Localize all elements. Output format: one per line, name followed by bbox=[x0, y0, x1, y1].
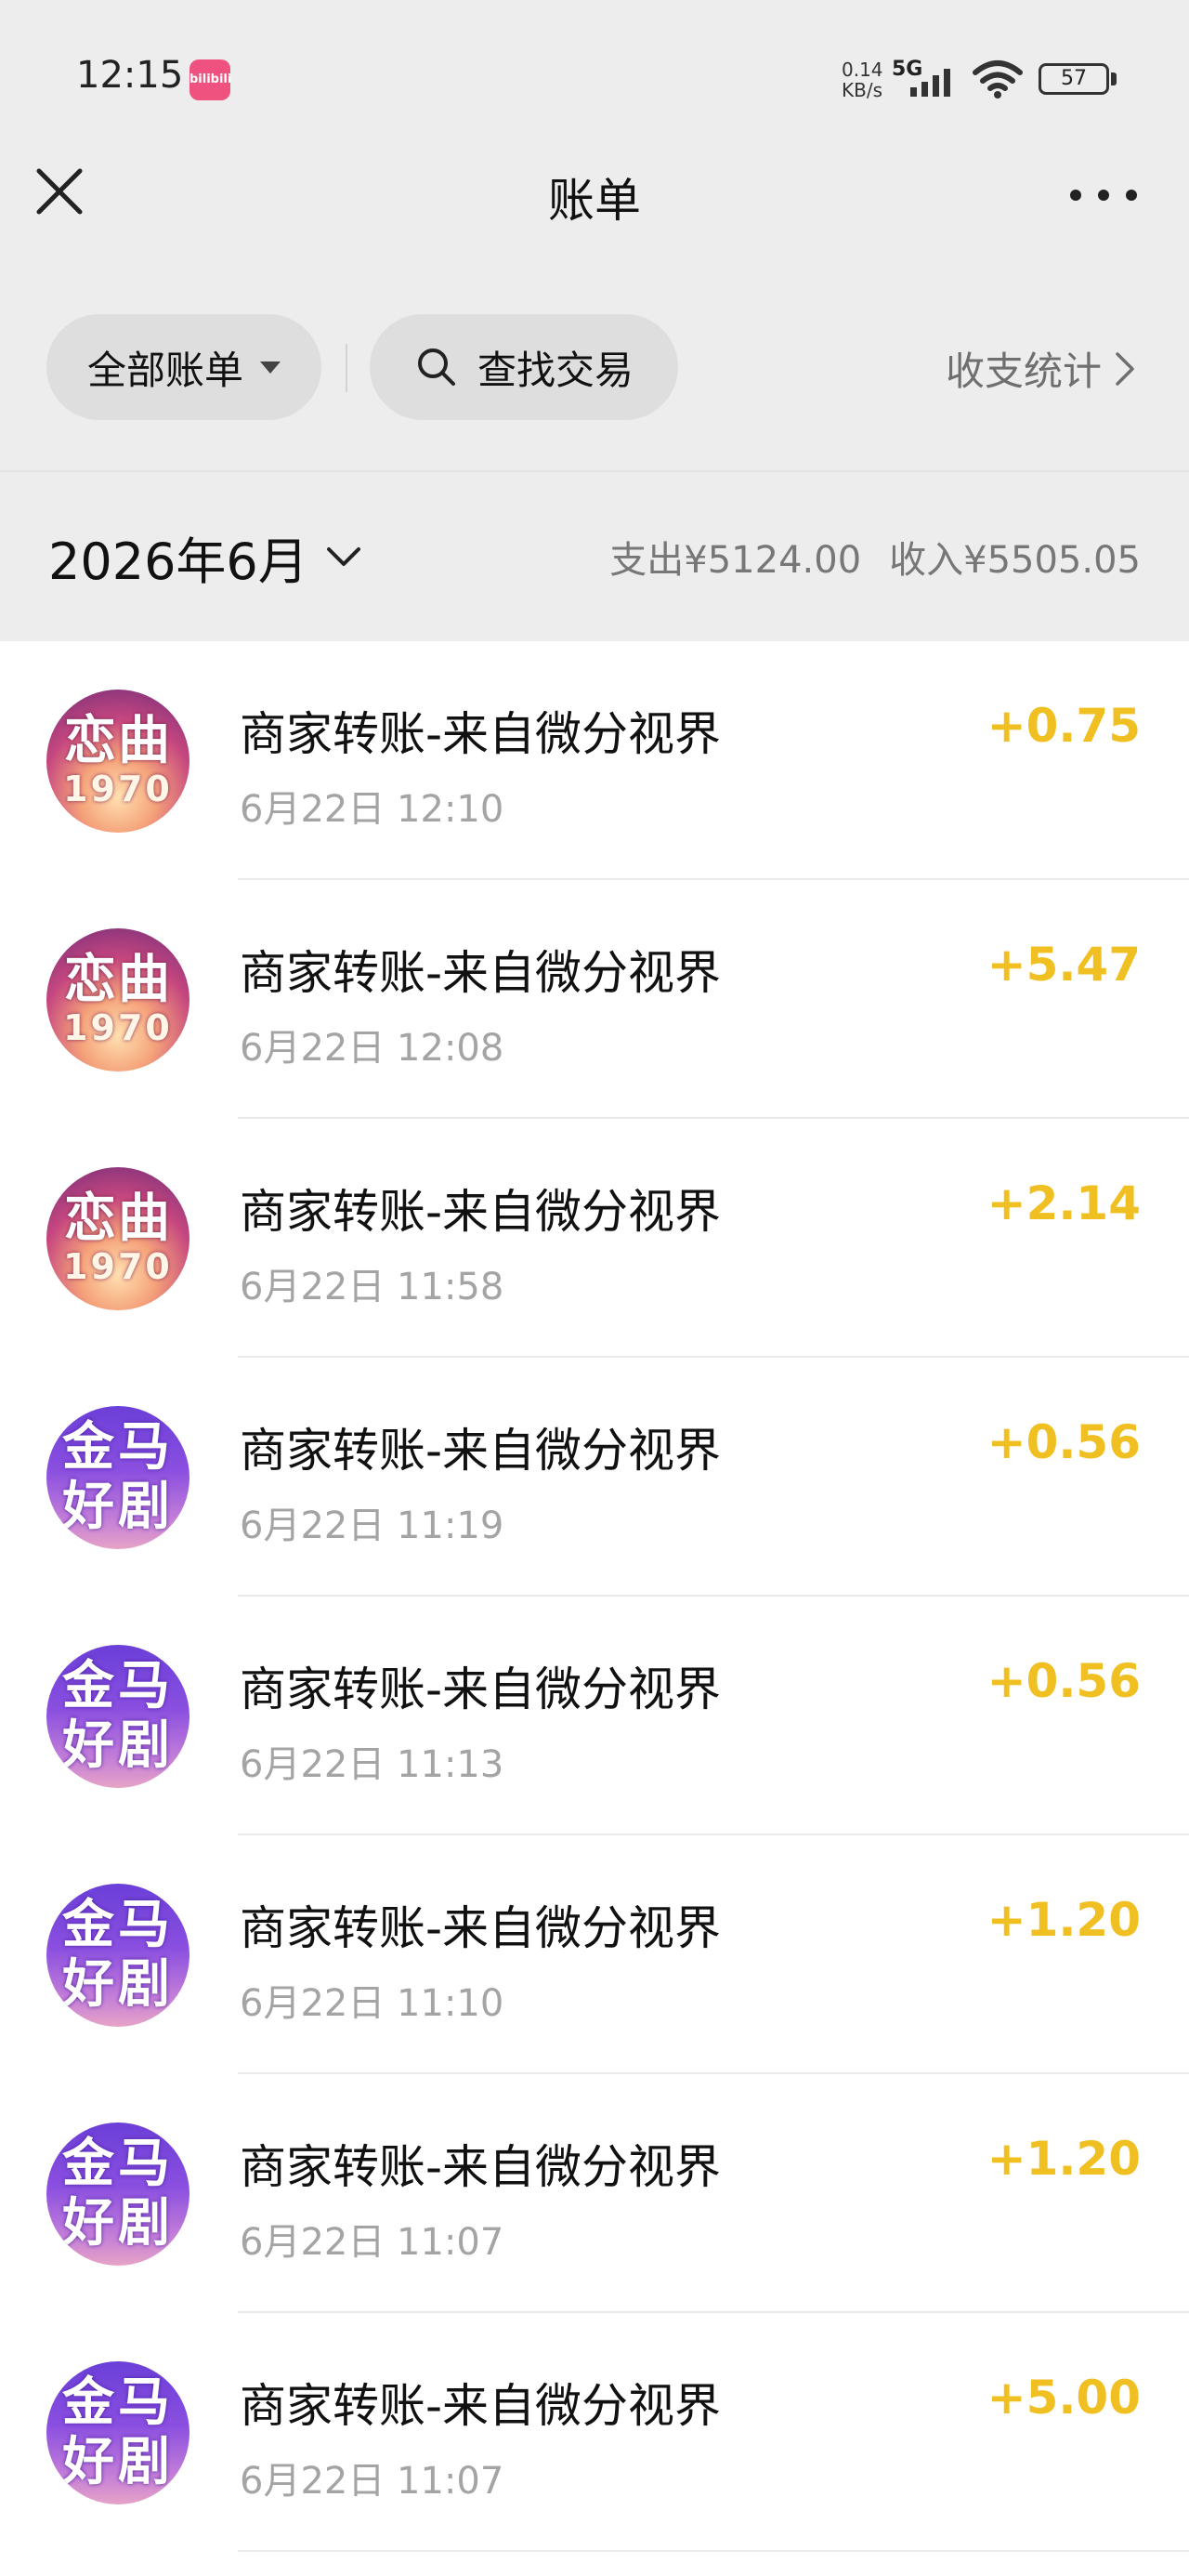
month-summary: 支出¥5124.00 收入¥5505.05 bbox=[581, 530, 1141, 584]
avatar-line1: 恋曲 bbox=[64, 950, 172, 1010]
transaction-time: 6月22日 11:07 bbox=[240, 2460, 504, 2503]
avatar-line2: 好剧 bbox=[62, 2193, 174, 2254]
close-icon[interactable] bbox=[33, 165, 85, 217]
merchant-avatar: 金马 好剧 bbox=[46, 2123, 189, 2266]
transaction-title: 商家转账-来自微分视界 bbox=[240, 707, 722, 761]
transaction-amount: +5.47 bbox=[986, 938, 1141, 992]
avatar-line1: 恋曲 bbox=[64, 711, 172, 771]
chevron-right-icon bbox=[1116, 351, 1134, 386]
transaction-row[interactable]: 金马 好剧 商家转账-来自微分视界 6月22日 11:19 +0.56 bbox=[0, 1358, 1189, 1597]
wifi-icon bbox=[973, 60, 1023, 99]
transaction-title: 商家转账-来自微分视界 bbox=[240, 946, 722, 1000]
income-expense-stats-link[interactable]: 收支统计 bbox=[946, 340, 1137, 397]
merchant-avatar: 金马 好剧 bbox=[46, 2361, 189, 2504]
transaction-amount: +2.14 bbox=[986, 1176, 1141, 1230]
transaction-title: 商家转账-来自微分视界 bbox=[240, 1185, 722, 1239]
avatar-line2: 好剧 bbox=[62, 1954, 174, 2015]
transaction-time: 6月22日 11:19 bbox=[240, 1505, 504, 1547]
network-speed: 0.14 KB/s bbox=[842, 59, 888, 100]
merchant-avatar: 金马 好剧 bbox=[46, 1884, 189, 2027]
search-icon bbox=[417, 348, 455, 386]
transaction-amount: +0.75 bbox=[986, 699, 1141, 753]
battery-tip bbox=[1111, 72, 1117, 85]
signal-icon bbox=[910, 69, 950, 97]
transaction-title: 商家转账-来自微分视界 bbox=[240, 1901, 722, 1955]
transaction-list: 恋曲 1970 商家转账-来自微分视界 6月22日 12:10 +0.75 恋曲 1970 商… bbox=[0, 641, 1189, 2552]
transaction-amount: +0.56 bbox=[986, 1415, 1141, 1469]
battery-icon: 57 bbox=[1039, 63, 1109, 95]
avatar-line2: 1970 bbox=[63, 1246, 173, 1287]
avatar-line2: 好剧 bbox=[62, 1477, 174, 1537]
transaction-row[interactable]: 金马 好剧 商家转账-来自微分视界 6月22日 11:10 +1.20 bbox=[0, 1835, 1189, 2074]
battery-level: 57 bbox=[1061, 67, 1087, 90]
transaction-row[interactable]: 金马 好剧 商家转账-来自微分视界 6月22日 11:13 +0.56 bbox=[0, 1597, 1189, 1835]
caret-down-icon bbox=[260, 361, 281, 374]
transaction-amount: +1.20 bbox=[986, 1893, 1141, 1947]
merchant-avatar: 恋曲 1970 bbox=[46, 690, 189, 833]
merchant-avatar: 恋曲 1970 bbox=[46, 1167, 189, 1310]
transaction-time: 6月22日 11:58 bbox=[240, 1266, 504, 1308]
row-divider bbox=[238, 2550, 1189, 2552]
transaction-row[interactable]: 金马 好剧 商家转账-来自微分视界 6月22日 11:07 +1.20 bbox=[0, 2074, 1189, 2313]
search-label: 查找交易 bbox=[477, 347, 634, 393]
transaction-amount: +0.56 bbox=[986, 1654, 1141, 1708]
avatar-line1: 金马 bbox=[62, 2372, 174, 2433]
merchant-avatar: 恋曲 1970 bbox=[46, 928, 189, 1071]
status-time: 12:15 bbox=[76, 54, 184, 97]
search-transactions-button[interactable]: 查找交易 bbox=[370, 314, 678, 420]
month-label: 2026年6月 bbox=[48, 532, 308, 591]
month-income: 收入¥5505.05 bbox=[889, 539, 1141, 582]
transaction-time: 6月22日 12:10 bbox=[240, 788, 504, 831]
transaction-title: 商家转账-来自微分视界 bbox=[240, 1663, 722, 1716]
avatar-line2: 1970 bbox=[63, 769, 173, 809]
transaction-title: 商家转账-来自微分视界 bbox=[240, 1424, 722, 1478]
filter-divider bbox=[346, 344, 347, 392]
transaction-time: 6月22日 11:13 bbox=[240, 1743, 504, 1786]
avatar-line2: 1970 bbox=[63, 1007, 173, 1048]
merchant-avatar: 金马 好剧 bbox=[46, 1645, 189, 1788]
all-bills-label: 全部账单 bbox=[86, 347, 243, 393]
transaction-row[interactable]: 金马 好剧 商家转账-来自微分视界 6月22日 11:07 +5.00 bbox=[0, 2313, 1189, 2552]
avatar-line1: 金马 bbox=[62, 2134, 174, 2194]
month-expense: 支出¥5124.00 bbox=[609, 539, 862, 582]
chevron-down-icon bbox=[326, 546, 360, 566]
transaction-title: 商家转账-来自微分视界 bbox=[240, 2140, 722, 2194]
avatar-line1: 金马 bbox=[62, 1417, 174, 1478]
avatar-line1: 金马 bbox=[62, 1895, 174, 1955]
transaction-title: 商家转账-来自微分视界 bbox=[240, 2379, 722, 2433]
network-speed-text: 0.14 KB/s bbox=[842, 59, 883, 101]
avatar-line2: 好剧 bbox=[62, 1715, 174, 1776]
transaction-amount: +1.20 bbox=[986, 2132, 1141, 2186]
month-selector[interactable]: 2026年6月 bbox=[48, 520, 362, 594]
more-icon[interactable] bbox=[1070, 173, 1137, 217]
bilibili-app-icon: bilibili bbox=[189, 59, 231, 100]
transaction-time: 6月22日 11:10 bbox=[240, 1982, 504, 2025]
avatar-line2: 好剧 bbox=[62, 2432, 174, 2492]
all-bills-filter-button[interactable]: 全部账单 bbox=[46, 314, 321, 420]
merchant-avatar: 金马 好剧 bbox=[46, 1406, 189, 1549]
transaction-row[interactable]: 恋曲 1970 商家转账-来自微分视界 6月22日 11:58 +2.14 bbox=[0, 1119, 1189, 1358]
transaction-row[interactable]: 恋曲 1970 商家转账-来自微分视界 6月22日 12:08 +5.47 bbox=[0, 880, 1189, 1119]
avatar-line1: 恋曲 bbox=[64, 1189, 172, 1249]
transaction-time: 6月22日 12:08 bbox=[240, 1027, 504, 1070]
transaction-row[interactable]: 恋曲 1970 商家转账-来自微分视界 6月22日 12:10 +0.75 bbox=[0, 641, 1189, 880]
transaction-amount: +5.00 bbox=[986, 2371, 1141, 2425]
bill-screen: 12:15 bilibili 0.14 KB/s 5G 57 账单 全部账单 查… bbox=[0, 0, 1189, 2576]
avatar-line1: 金马 bbox=[62, 1656, 174, 1716]
stats-label: 收支统计 bbox=[945, 348, 1102, 394]
transaction-time: 6月22日 11:07 bbox=[240, 2221, 504, 2264]
